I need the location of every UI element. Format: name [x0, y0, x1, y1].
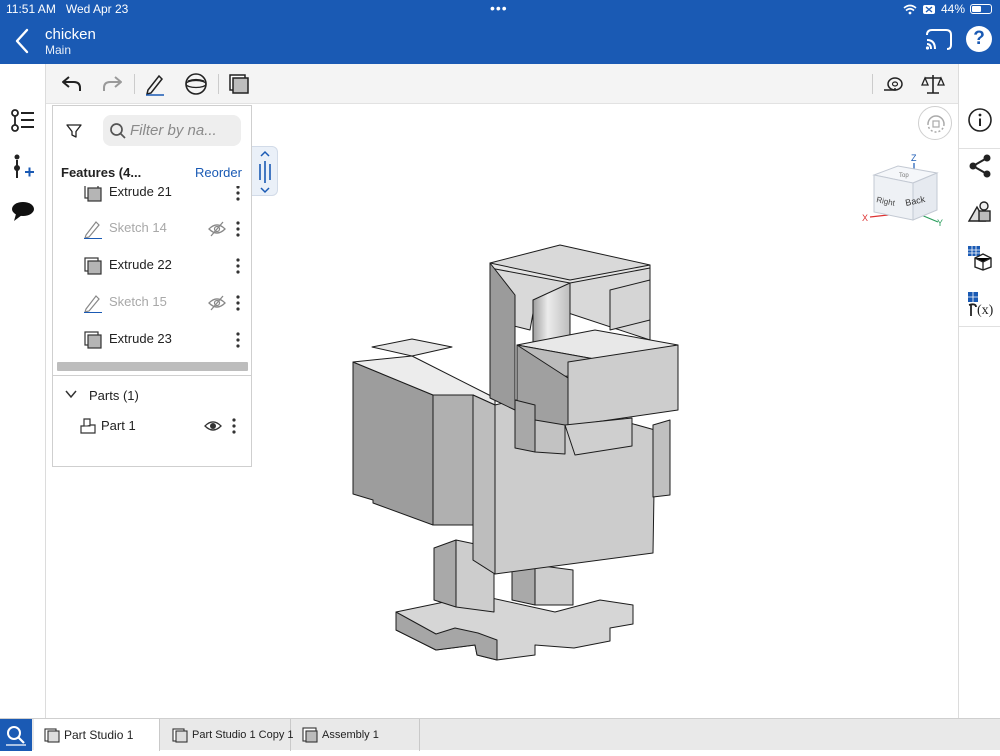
back-chevron-icon[interactable] [12, 26, 32, 56]
rail-separator [959, 148, 1000, 149]
search-tabs-icon [6, 726, 26, 746]
tab-part-studio-1[interactable]: Part Studio 1 [34, 719, 160, 751]
cube-top-label: Top [899, 173, 909, 179]
feature-label: Extrude 22 [109, 257, 172, 272]
extrude-tool-icon[interactable] [227, 72, 251, 96]
share-icon[interactable] [967, 153, 993, 179]
horizontal-scrollbar[interactable] [57, 362, 248, 371]
feature-row[interactable]: Sketch 15 [53, 284, 251, 321]
toolbar-separator [872, 74, 873, 94]
display-sphere-icon[interactable] [184, 72, 208, 96]
toolbar-separator [218, 74, 219, 94]
visible-eye-icon[interactable] [204, 419, 222, 433]
more-options-icon[interactable] [229, 417, 239, 435]
search-icon [110, 123, 126, 139]
part-icon [80, 418, 96, 434]
rotate-view-button[interactable] [918, 106, 952, 140]
battery-icon [970, 4, 992, 14]
part-studio-icon [44, 728, 60, 743]
part-label[interactable]: Part 1 [101, 418, 136, 433]
chevron-down-icon[interactable] [65, 389, 77, 399]
rail-separator [959, 326, 1000, 327]
hidden-eye-icon[interactable] [208, 295, 226, 311]
feature-search-field[interactable] [103, 115, 241, 146]
variables-icon[interactable]: (x) [967, 291, 993, 317]
app-header: chicken Main ? [0, 18, 1000, 64]
measure-tape-icon[interactable] [881, 72, 905, 96]
feature-label: Sketch 15 [109, 294, 167, 309]
more-options-icon[interactable] [233, 257, 243, 275]
feature-label: Extrude 23 [109, 331, 172, 346]
tab-part-studio-1-copy-1[interactable]: Part Studio 1 Copy 1 [162, 719, 294, 751]
feature-row[interactable]: Extrude 22 [53, 247, 251, 284]
multitasking-dots-icon[interactable]: ••• [490, 0, 508, 16]
features-header: Features (4... [61, 165, 142, 180]
svg-text:(x): (x) [977, 303, 993, 317]
appearance-icon[interactable] [967, 199, 993, 225]
filter-icon[interactable] [65, 122, 83, 140]
wifi-icon [903, 4, 917, 14]
mass-properties-icon[interactable] [921, 72, 945, 96]
chicken-3d-model[interactable] [340, 235, 690, 665]
cast-icon[interactable] [924, 27, 954, 53]
resize-handle-icon [259, 150, 271, 194]
comments-icon[interactable] [10, 198, 36, 224]
sketch-feature-icon [84, 221, 102, 239]
hidden-eye-icon[interactable] [208, 221, 226, 237]
toolbar [46, 64, 958, 104]
assembly-icon [302, 727, 318, 743]
document-branch: Main [45, 43, 72, 57]
vpn-icon [922, 4, 935, 14]
status-indicators: 44% [903, 2, 992, 16]
battery-percent: 44% [940, 2, 965, 16]
feature-label: Sketch 14 [109, 220, 167, 235]
configurations-icon[interactable] [967, 245, 993, 271]
extrude-feature-icon [84, 186, 102, 202]
tab-label: Part Studio 1 [64, 728, 134, 742]
panel-divider [53, 375, 251, 376]
axis-z-label: Z [911, 153, 917, 163]
feature-panel: Features (4... Reorder Extrude 21 Sketch… [52, 105, 252, 467]
sketch-pencil-icon[interactable] [143, 72, 167, 96]
info-icon[interactable] [967, 107, 993, 133]
more-options-icon[interactable] [233, 220, 243, 238]
extrude-feature-icon [84, 257, 102, 275]
view-cube[interactable]: Z X Y Top Right Back [860, 150, 950, 230]
feature-list-icon[interactable] [10, 108, 36, 134]
sketch-feature-icon [84, 295, 102, 313]
left-rail [0, 64, 46, 718]
panel-resize-handle[interactable] [252, 146, 278, 196]
toolbar-separator [134, 74, 135, 94]
bottom-tab-bar: Part Studio 1 Part Studio 1 Copy 1 Assem… [0, 718, 1000, 751]
add-mate-icon[interactable] [10, 154, 36, 180]
part-studio-icon [172, 728, 188, 743]
axis-x-label: X [862, 213, 868, 223]
axis-y-label: Y [937, 218, 943, 228]
undo-icon[interactable] [60, 72, 84, 96]
tab-label: Assembly 1 [322, 729, 379, 741]
more-options-icon[interactable] [233, 294, 243, 312]
parts-header[interactable]: Parts (1) [89, 388, 139, 403]
tab-label: Part Studio 1 Copy 1 [192, 729, 294, 741]
redo-icon[interactable] [100, 72, 124, 96]
reorder-button[interactable]: Reorder [195, 165, 242, 180]
feature-row[interactable]: Extrude 21 [53, 186, 251, 211]
rotate-icon [927, 115, 945, 133]
more-options-icon[interactable] [233, 331, 243, 349]
extrude-feature-icon [84, 331, 102, 349]
status-time: 11:51 AM Wed Apr 23 [6, 2, 129, 16]
more-options-icon[interactable] [233, 186, 243, 202]
right-rail: (x) [958, 64, 1000, 718]
feature-list[interactable]: Extrude 21 Sketch 14 Extrude 22 Sketch 1… [53, 186, 251, 362]
document-title: chicken [45, 26, 96, 43]
help-button[interactable]: ? [966, 26, 992, 52]
feature-row[interactable]: Extrude 23 [53, 321, 251, 358]
tab-search-button[interactable] [0, 719, 32, 751]
feature-label: Extrude 21 [109, 186, 172, 199]
feature-search-input[interactable] [130, 120, 238, 140]
status-bar: 11:51 AM Wed Apr 23 ••• 44% [0, 0, 1000, 18]
feature-row[interactable]: Sketch 14 [53, 210, 251, 247]
tab-assembly-1[interactable]: Assembly 1 [292, 719, 420, 751]
